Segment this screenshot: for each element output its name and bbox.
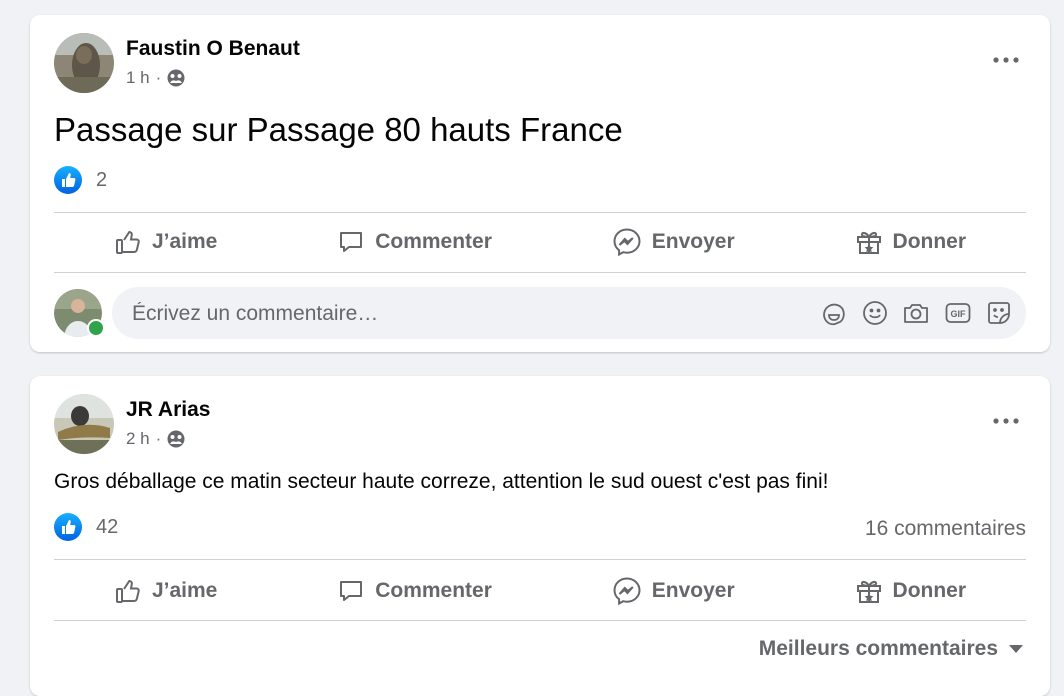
divider [54, 620, 1026, 621]
sticker-icon[interactable] [986, 300, 1012, 326]
post-card: JR Arias 2 h · Gros déballage ce matin s… [30, 376, 1050, 696]
reactions-summary[interactable]: 2 [54, 166, 107, 194]
donate-button[interactable]: Donner [841, 220, 981, 264]
sort-label: Meilleurs commentaires [758, 637, 998, 660]
post-text: Passage sur Passage 80 hauts France [54, 111, 623, 148]
more-options-icon[interactable] [988, 48, 1024, 72]
public-globe-icon [167, 69, 185, 87]
more-options-icon[interactable] [988, 409, 1024, 433]
emoji-icon[interactable] [862, 300, 888, 326]
comment-label: Commenter [375, 579, 492, 602]
divider [54, 272, 1026, 273]
comments-count-link[interactable]: 16 commentaires [865, 517, 1026, 541]
gift-icon [855, 228, 883, 256]
post-meta: 2 h · [126, 429, 185, 449]
public-globe-icon [167, 430, 185, 448]
send-button[interactable]: Envoyer [598, 568, 749, 614]
meta-separator: · [155, 68, 162, 87]
divider [54, 559, 1026, 560]
camera-icon[interactable] [902, 300, 930, 326]
post-text: Gros déballage ce matin secteur haute co… [54, 470, 829, 493]
meta-separator: · [155, 429, 162, 448]
online-status-dot [87, 319, 105, 337]
like-reaction-icon [54, 513, 82, 541]
gif-icon[interactable]: GIF [944, 300, 972, 326]
post-card: Faustin O Benaut 1 h · Passage sur Passa… [30, 15, 1050, 352]
like-button[interactable]: J’aime [100, 569, 231, 613]
author-avatar[interactable] [54, 394, 114, 454]
author-name[interactable]: JR Arias [126, 398, 210, 422]
post-actions: J’aime Commenter Envoyer Donner [54, 562, 1026, 620]
comment-bubble-icon [337, 228, 365, 256]
gift-icon [855, 577, 883, 605]
like-reaction-icon [54, 166, 82, 194]
like-count: 42 [96, 515, 119, 538]
send-label: Envoyer [651, 579, 735, 602]
comment-button[interactable]: Commenter [323, 220, 506, 264]
messenger-icon [612, 576, 642, 606]
like-button[interactable]: J’aime [100, 220, 231, 264]
author-avatar[interactable] [54, 33, 114, 93]
comment-button[interactable]: Commenter [323, 569, 506, 613]
current-user-avatar[interactable] [54, 289, 105, 337]
messenger-icon [612, 227, 642, 257]
comment-input[interactable] [130, 287, 774, 341]
svg-text:GIF: GIF [951, 309, 967, 319]
reactions-summary[interactable]: 42 [54, 513, 118, 541]
caret-down-icon [1008, 644, 1024, 654]
comment-tools: GIF [820, 287, 1012, 339]
send-label: Envoyer [651, 230, 735, 253]
send-button[interactable]: Envoyer [598, 219, 749, 265]
thumbs-up-icon [114, 228, 142, 256]
thumbs-up-icon [114, 577, 142, 605]
post-actions: J’aime Commenter Envoyer Donner [54, 213, 1026, 271]
comment-label: Commenter [375, 230, 492, 253]
author-name[interactable]: Faustin O Benaut [126, 37, 300, 61]
donate-label: Donner [892, 579, 967, 602]
comment-bubble-icon [337, 577, 365, 605]
post-time[interactable]: 2 h [126, 429, 150, 449]
donate-label: Donner [892, 230, 967, 253]
like-count: 2 [96, 168, 108, 191]
like-label: J’aime [151, 579, 218, 602]
comment-box: GIF [112, 287, 1026, 341]
donate-button[interactable]: Donner [841, 569, 981, 613]
like-label: J’aime [151, 230, 218, 253]
comment-composer: GIF [54, 287, 1026, 341]
post-time[interactable]: 1 h [126, 68, 150, 88]
comment-sort-dropdown[interactable]: Meilleurs commentaires [759, 637, 1024, 661]
post-meta: 1 h · [126, 68, 185, 88]
avatar-sticker-icon[interactable] [820, 299, 848, 327]
